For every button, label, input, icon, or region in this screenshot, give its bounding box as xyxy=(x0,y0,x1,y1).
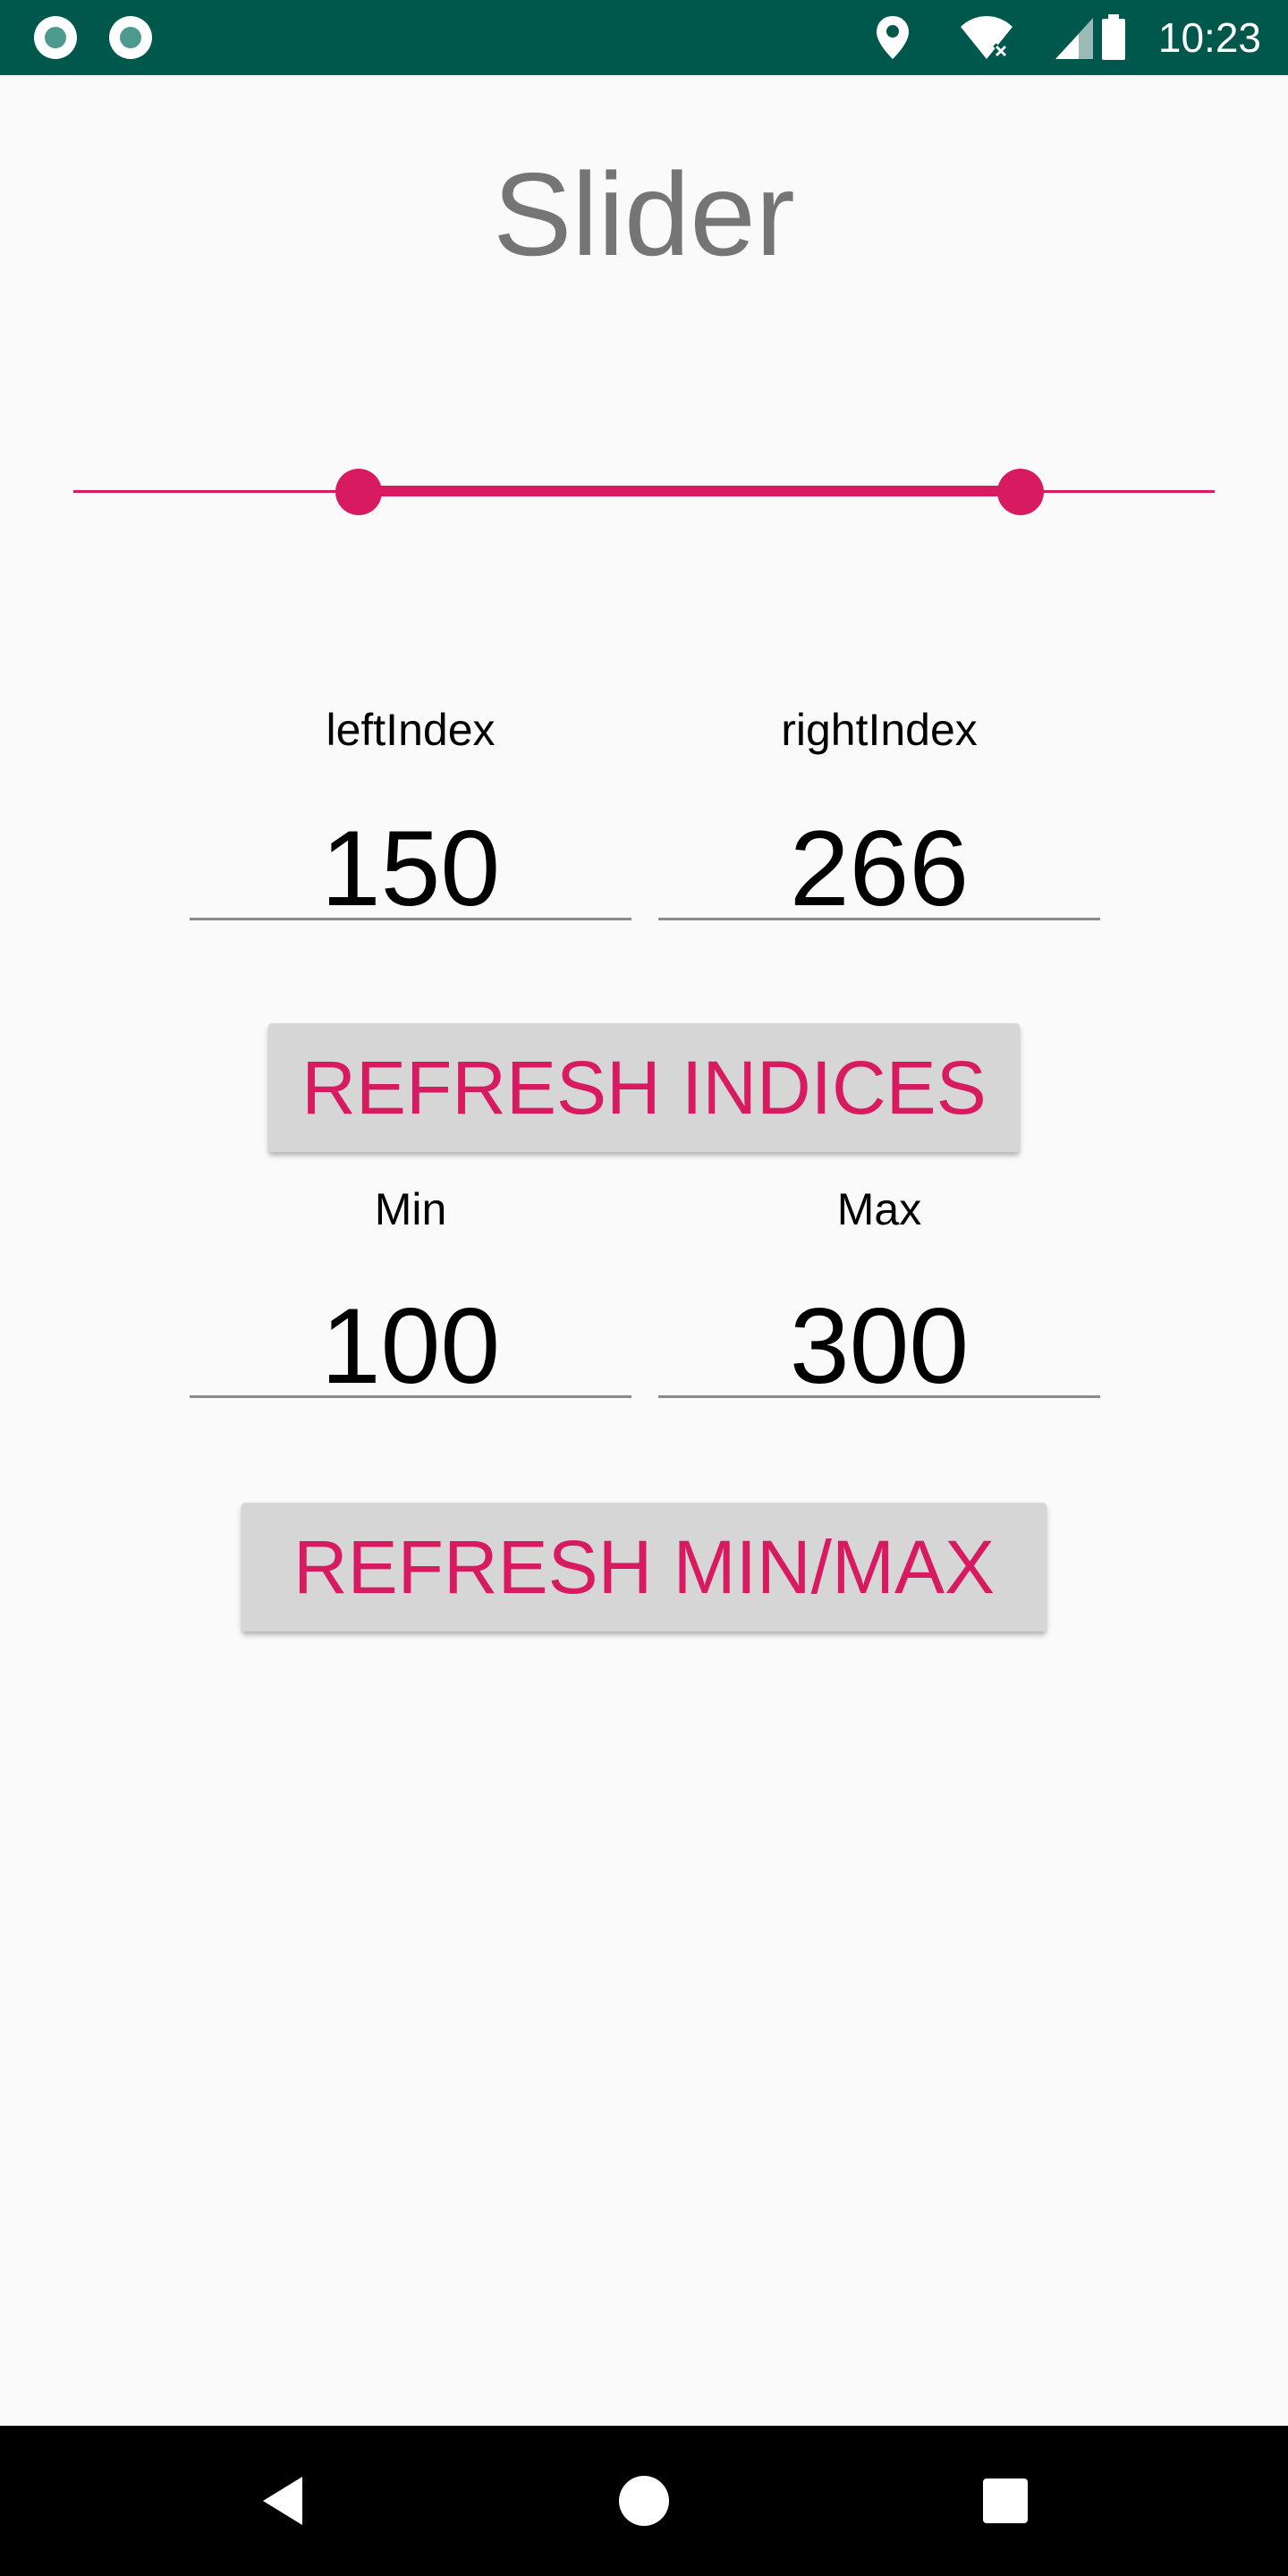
home-button[interactable] xyxy=(569,2426,719,2576)
max-label: Max xyxy=(836,1184,922,1234)
cell-signal-icon xyxy=(1055,18,1093,59)
page-title: Slider xyxy=(493,148,795,280)
back-icon xyxy=(263,2477,302,2525)
min-input[interactable]: 100 xyxy=(190,1292,631,1400)
refresh-indices-button[interactable]: REFRESH INDICES xyxy=(268,1023,1020,1152)
slider-right-thumb[interactable] xyxy=(997,469,1045,515)
right-index-input[interactable]: 266 xyxy=(658,815,1100,922)
back-button[interactable] xyxy=(208,2426,358,2576)
range-slider[interactable] xyxy=(73,447,1215,537)
home-icon xyxy=(619,2476,669,2526)
app-notification-icon xyxy=(109,16,152,59)
battery-icon xyxy=(1102,14,1125,60)
recents-button[interactable] xyxy=(930,2426,1080,2576)
refresh-min-max-button[interactable]: REFRESH MIN/MAX xyxy=(242,1503,1046,1631)
clock: 10:23 xyxy=(1157,14,1261,61)
left-index-label: leftIndex xyxy=(326,705,496,755)
slider-selected-range xyxy=(359,486,1021,496)
slider-left-thumb[interactable] xyxy=(335,469,382,515)
right-index-label: rightIndex xyxy=(781,705,978,755)
navigation-bar xyxy=(0,2426,1288,2576)
app-notification-icon xyxy=(34,16,77,59)
location-icon xyxy=(877,16,909,59)
screen: 10:23 Slider leftIndex rightIndex 150 26… xyxy=(0,0,1288,2576)
max-input[interactable]: 300 xyxy=(658,1292,1100,1400)
min-label: Min xyxy=(374,1184,447,1234)
wifi-icon xyxy=(961,16,1013,59)
status-bar: 10:23 xyxy=(0,0,1288,75)
recents-icon xyxy=(983,2479,1028,2523)
left-index-input[interactable]: 150 xyxy=(190,815,631,922)
